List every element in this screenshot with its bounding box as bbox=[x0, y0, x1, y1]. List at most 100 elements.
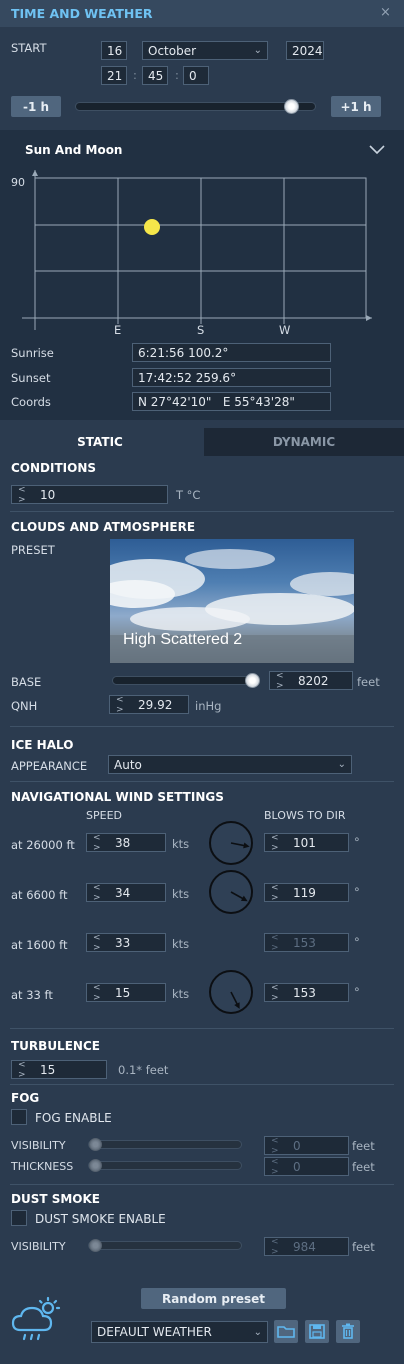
turbulence-spinner[interactable]: < > 15 bbox=[11, 1060, 107, 1080]
fog-visibility-unit: feet bbox=[352, 1139, 375, 1153]
degree-unit: ° bbox=[354, 985, 360, 999]
tab-dynamic[interactable]: DYNAMIC bbox=[204, 428, 404, 456]
year-field[interactable]: 2024 bbox=[286, 41, 324, 60]
wind-speed-spinner[interactable]: < > 33 bbox=[86, 933, 166, 953]
dust-visibility-label: VISIBILITY bbox=[11, 1240, 66, 1253]
fog-thickness-knob[interactable] bbox=[89, 1159, 102, 1172]
delete-button[interactable] bbox=[336, 1320, 360, 1343]
spinner-arrows-icon[interactable]: < > bbox=[265, 833, 293, 853]
month-select[interactable]: October ⌄ bbox=[142, 41, 268, 60]
spinner-arrows-icon[interactable]: < > bbox=[265, 883, 293, 903]
time-slider-track[interactable] bbox=[75, 102, 316, 111]
spinner-arrows-icon[interactable]: < > bbox=[12, 1060, 40, 1080]
wind-arrow-icon bbox=[230, 991, 240, 1009]
open-folder-button[interactable] bbox=[274, 1320, 298, 1343]
wind-speed-spinner[interactable]: < > 15 bbox=[86, 983, 166, 1003]
save-button[interactable] bbox=[305, 1320, 329, 1343]
dust-visibility-knob[interactable] bbox=[89, 1239, 102, 1252]
spinner-arrows-icon[interactable]: < > bbox=[12, 485, 40, 505]
time-slider-knob[interactable] bbox=[283, 99, 299, 114]
dust-visibility-spinner: < > 984 bbox=[264, 1237, 349, 1257]
tab-static[interactable]: STATIC bbox=[0, 428, 200, 456]
month-value: October bbox=[148, 43, 197, 58]
chevron-down-icon: ⌄ bbox=[253, 1326, 262, 1338]
fog-thickness-slider[interactable] bbox=[88, 1161, 242, 1170]
wind-dir-spinner[interactable]: < > 119 bbox=[264, 883, 349, 903]
sun-moon-title: Sun And Moon bbox=[25, 143, 123, 157]
random-preset-button[interactable]: Random preset bbox=[141, 1288, 286, 1309]
close-icon[interactable]: × bbox=[380, 5, 391, 20]
plus-hour-button[interactable]: +1 h bbox=[331, 96, 381, 117]
coords-label: Coords bbox=[11, 395, 51, 409]
dust-enable-checkbox[interactable] bbox=[11, 1210, 27, 1226]
trash-icon bbox=[342, 1323, 354, 1339]
base-spinner[interactable]: < > 8202 bbox=[269, 671, 353, 691]
qnh-label: QNH bbox=[11, 699, 38, 713]
spinner-arrows-icon[interactable]: < > bbox=[87, 983, 115, 1003]
temperature-spinner[interactable]: < > 10 bbox=[11, 485, 168, 505]
wind-dir-value: 153 bbox=[293, 935, 316, 950]
chevron-down-icon: ⌄ bbox=[253, 45, 262, 56]
temperature-unit: T °C bbox=[176, 488, 201, 502]
qnh-spinner[interactable]: < > 29.92 bbox=[109, 695, 189, 715]
spinner-arrows-icon[interactable]: < > bbox=[265, 983, 293, 1003]
spinner-arrows-icon[interactable]: < > bbox=[270, 671, 298, 691]
second-field[interactable]: 0 bbox=[183, 66, 209, 85]
time-separator: : bbox=[133, 68, 137, 82]
wind-speed-value: 15 bbox=[115, 985, 131, 1000]
day-field[interactable]: 16 bbox=[101, 41, 127, 60]
fog-visibility-slider[interactable] bbox=[88, 1140, 242, 1149]
sun-marker bbox=[144, 219, 160, 235]
hour-field[interactable]: 21 bbox=[101, 66, 127, 85]
appearance-label: APPEARANCE bbox=[11, 759, 88, 773]
wind-speed-spinner[interactable]: < > 38 bbox=[86, 833, 166, 853]
fog-visibility-knob[interactable] bbox=[89, 1138, 102, 1151]
preset-label: PRESET bbox=[11, 543, 55, 557]
chevron-down-icon[interactable] bbox=[368, 144, 386, 156]
wind-dir-spinner[interactable]: < > 101 bbox=[264, 833, 349, 853]
wind-speed-value: 38 bbox=[115, 835, 131, 850]
cloud-preset-thumbnail[interactable]: High Scattered 2 bbox=[110, 539, 354, 663]
chevron-down-icon: ⌄ bbox=[337, 759, 346, 770]
wind-speed-unit: kts bbox=[172, 837, 190, 851]
fog-visibility-value: 0 bbox=[293, 1138, 301, 1153]
ice-halo-title: ICE HALO bbox=[11, 738, 74, 752]
spinner-arrows-icon[interactable]: < > bbox=[87, 833, 115, 853]
clouds-title: CLOUDS AND ATMOSPHERE bbox=[11, 520, 196, 534]
dust-visibility-slider[interactable] bbox=[88, 1241, 242, 1250]
wind-row-label: at 6600 ft bbox=[11, 888, 68, 902]
folder-icon bbox=[277, 1326, 295, 1338]
minus-hour-button[interactable]: -1 h bbox=[11, 96, 61, 117]
spinner-arrows-icon[interactable]: < > bbox=[110, 695, 138, 715]
turbulence-value: 15 bbox=[40, 1062, 56, 1077]
sunset-label: Sunset bbox=[11, 371, 51, 385]
divider bbox=[10, 781, 394, 782]
degree-unit: ° bbox=[354, 935, 360, 949]
fog-visibility-spinner: < > 0 bbox=[264, 1136, 349, 1156]
dir-header: BLOWS TO DIR bbox=[264, 809, 346, 822]
spinner-arrows-icon[interactable]: < > bbox=[87, 933, 115, 953]
wind-dir-value: 101 bbox=[293, 835, 316, 850]
appearance-select[interactable]: Auto ⌄ bbox=[108, 755, 352, 774]
weather-preset-value: DEFAULT WEATHER bbox=[97, 1325, 212, 1339]
dust-visibility-value: 984 bbox=[293, 1239, 316, 1254]
wind-dir-spinner[interactable]: < > 153 bbox=[264, 983, 349, 1003]
degree-unit: ° bbox=[354, 835, 360, 849]
wind-direction-dial[interactable] bbox=[209, 870, 253, 914]
wind-speed-spinner[interactable]: < > 34 bbox=[86, 883, 166, 903]
fog-thickness-spinner: < > 0 bbox=[264, 1157, 349, 1177]
sunset-field: 17:42:52 259.6° bbox=[132, 368, 331, 387]
wind-speed-value: 33 bbox=[115, 935, 131, 950]
base-slider-knob[interactable] bbox=[244, 673, 260, 688]
wind-direction-dial[interactable] bbox=[209, 821, 253, 865]
fog-enable-checkbox[interactable] bbox=[11, 1109, 27, 1125]
divider bbox=[10, 726, 394, 727]
spinner-arrows-icon[interactable]: < > bbox=[87, 883, 115, 903]
wind-direction-dial[interactable] bbox=[209, 970, 253, 1014]
minute-field[interactable]: 45 bbox=[142, 66, 168, 85]
turbulence-unit: 0.1* feet bbox=[118, 1063, 169, 1077]
conditions-title: CONDITIONS bbox=[11, 461, 97, 475]
base-slider-track[interactable] bbox=[112, 676, 260, 685]
fog-title: FOG bbox=[11, 1091, 40, 1105]
weather-preset-select[interactable]: DEFAULT WEATHER ⌄ bbox=[91, 1321, 268, 1343]
